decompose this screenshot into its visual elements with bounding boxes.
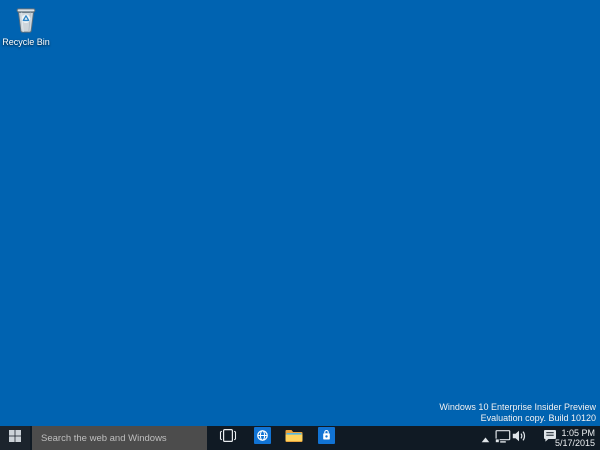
network-tray-button[interactable] bbox=[495, 429, 511, 448]
build-watermark: Windows 10 Enterprise Insider Preview Ev… bbox=[439, 402, 596, 424]
taskbar-search[interactable] bbox=[32, 426, 207, 450]
spartan-browser-button[interactable] bbox=[248, 426, 276, 450]
speaker-icon bbox=[512, 429, 527, 447]
watermark-line-2: Evaluation copy. Build 10120 bbox=[480, 413, 596, 423]
desktop[interactable]: Recycle Bin Windows 10 Enterprise Inside… bbox=[0, 0, 600, 450]
desktop-icon-recycle-bin[interactable]: Recycle Bin bbox=[0, 6, 52, 47]
folder-icon bbox=[285, 429, 303, 448]
task-view-button[interactable] bbox=[214, 426, 242, 450]
ethernet-monitor-icon bbox=[495, 429, 511, 448]
start-button[interactable] bbox=[0, 426, 30, 450]
recycle-bin-icon bbox=[12, 6, 40, 36]
desktop-icon-label: Recycle Bin bbox=[2, 37, 50, 47]
tray-clock[interactable]: 1:05 PM 5/17/2015 bbox=[554, 428, 595, 448]
windows-store-button[interactable] bbox=[312, 426, 340, 450]
volume-tray-button[interactable] bbox=[512, 429, 527, 447]
taskbar: 1:05 PM 5/17/2015 bbox=[0, 426, 600, 450]
file-explorer-button[interactable] bbox=[280, 426, 308, 450]
watermark-line-1: Windows 10 Enterprise Insider Preview bbox=[439, 402, 596, 412]
show-hidden-icons-button[interactable] bbox=[480, 435, 490, 442]
search-input[interactable] bbox=[32, 426, 207, 450]
task-view-icon bbox=[219, 429, 237, 447]
clock-date: 5/17/2015 bbox=[554, 437, 595, 448]
shopping-bag-icon bbox=[317, 427, 335, 449]
globe-icon bbox=[253, 427, 271, 449]
chevron-up-icon bbox=[481, 430, 490, 448]
windows-logo-icon bbox=[9, 429, 21, 447]
